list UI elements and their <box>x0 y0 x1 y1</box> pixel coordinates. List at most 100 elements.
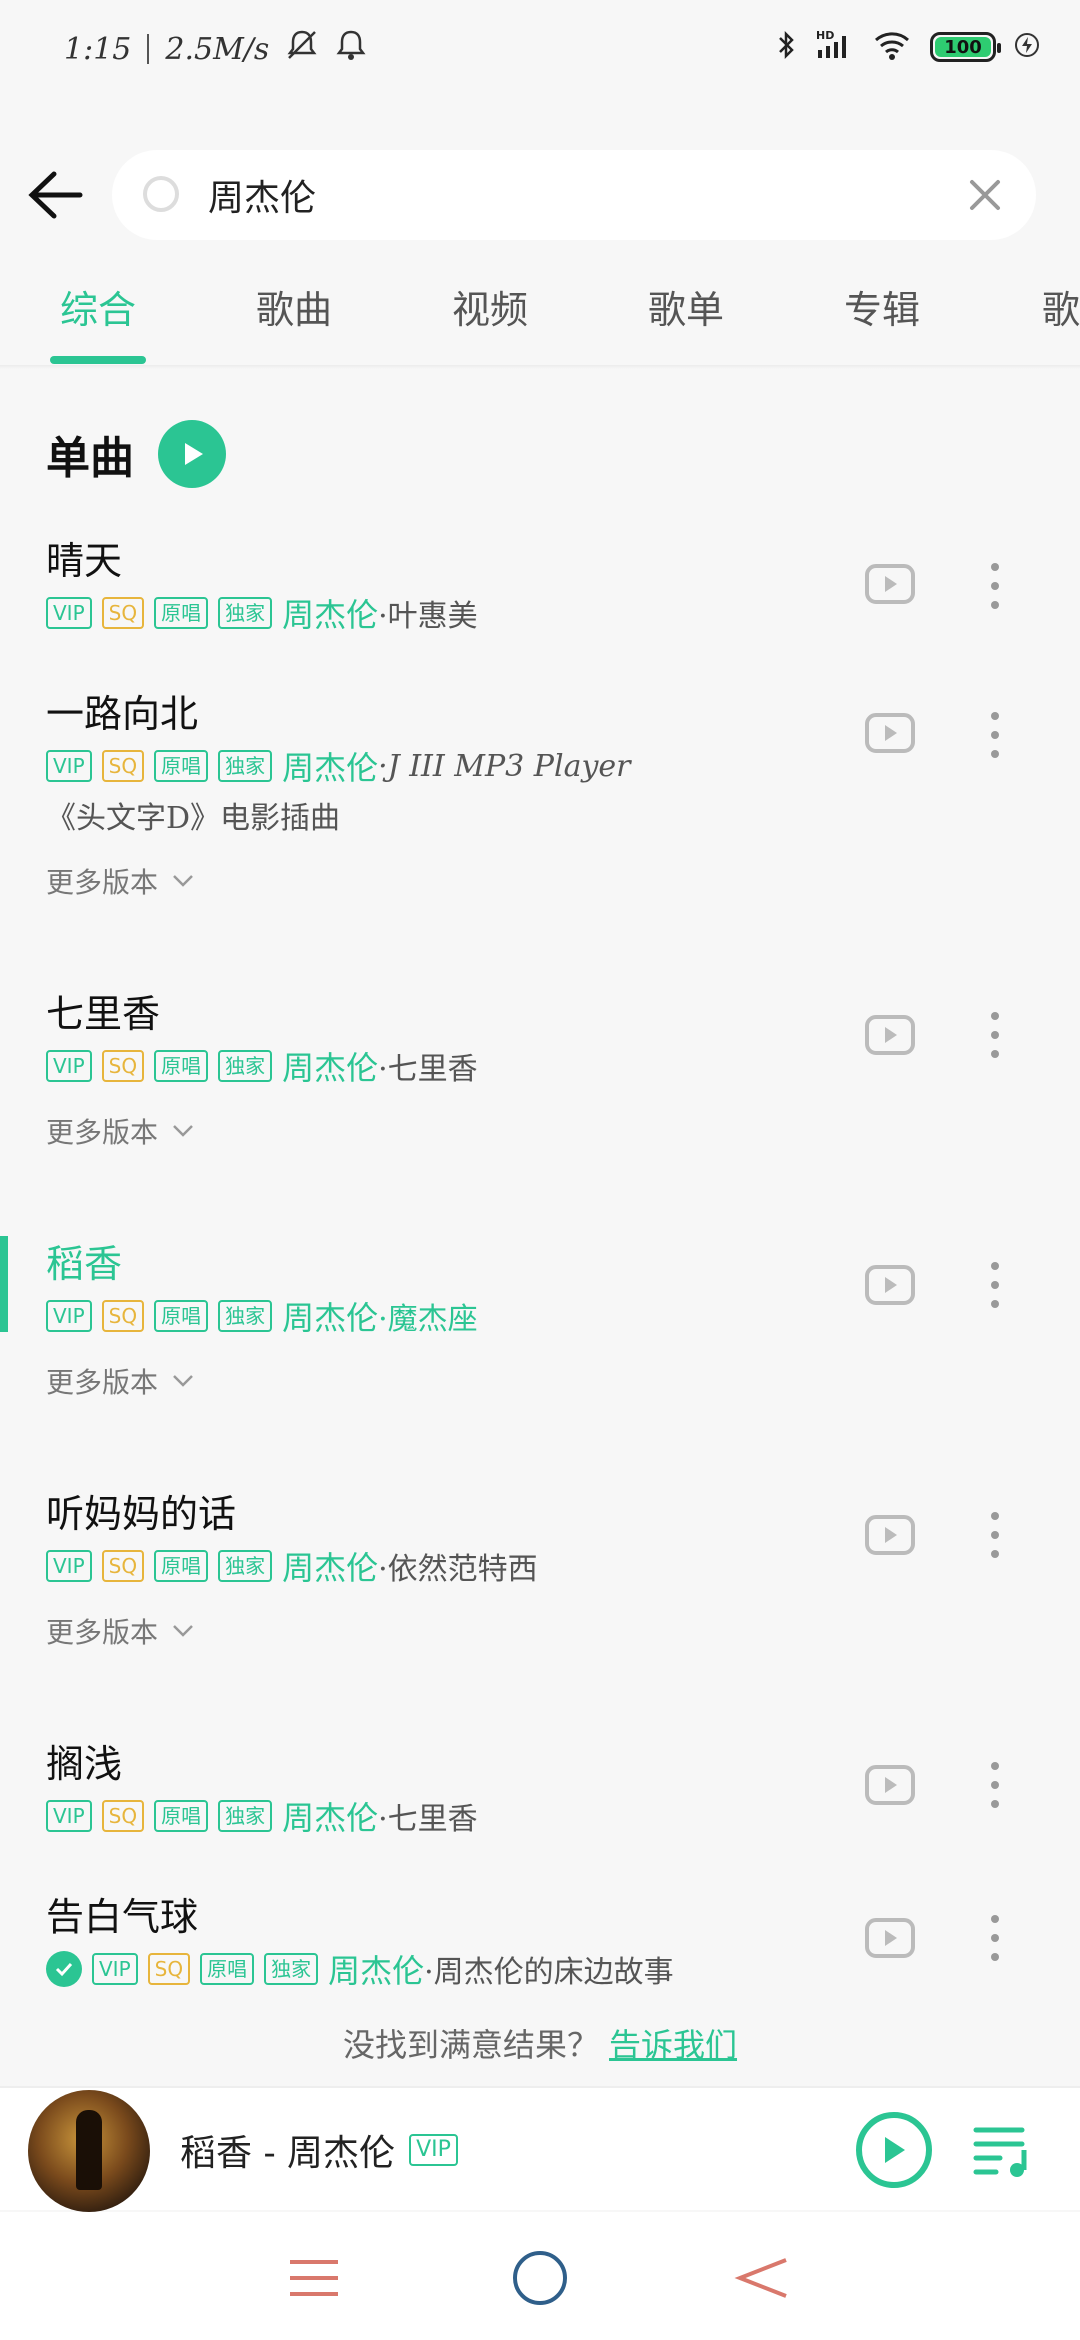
tab-playlists[interactable]: 歌单 <box>588 270 784 370</box>
back-button[interactable] <box>22 162 88 228</box>
more-vertical-icon <box>991 712 999 758</box>
song-album: ·依然范特西 <box>378 1552 538 1587</box>
tab-songs[interactable]: 歌曲 <box>196 270 392 370</box>
song-album: ·魔杰座 <box>378 1302 478 1337</box>
now-playing-title: 稻香 - 周杰伦 <box>180 2133 396 2174</box>
more-versions-button[interactable]: 更多版本 <box>46 861 194 901</box>
mini-player[interactable]: 稻香 - 周杰伦 VIP <box>0 2086 1080 2212</box>
more-versions-button[interactable]: 更多版本 <box>46 1361 194 1401</box>
song-title: 七里香 <box>46 992 161 1036</box>
chevron-down-icon <box>173 1625 193 1637</box>
original-badge: 原唱 <box>154 597 209 629</box>
status-left: 1:15 2.5M/s <box>64 28 367 70</box>
sq-badge: SQ <box>147 1953 191 1985</box>
search-input[interactable] <box>208 174 928 216</box>
status-speed: 2.5M/s <box>165 31 270 67</box>
section-title: 单曲 <box>46 433 134 484</box>
feedback-link[interactable]: 告诉我们 <box>609 2026 737 2064</box>
album-cover[interactable] <box>28 2090 150 2212</box>
search-header <box>0 140 1080 250</box>
play-all-button[interactable] <box>158 420 226 488</box>
more-versions-button[interactable]: 更多版本 <box>46 1611 194 1651</box>
playlist-icon <box>973 2127 1027 2177</box>
more-options-button[interactable] <box>980 558 1010 614</box>
more-options-button[interactable] <box>980 1007 1010 1063</box>
original-badge: 原唱 <box>154 1800 209 1832</box>
original-badge: 原唱 <box>154 1550 209 1582</box>
tab-singers[interactable]: 歌 <box>980 270 1080 370</box>
song-artist[interactable]: 周杰伦 <box>328 1946 424 1992</box>
sq-badge: SQ <box>101 1800 145 1832</box>
cover-figure <box>76 2110 102 2190</box>
mv-button[interactable] <box>862 1261 918 1309</box>
section-header: 单曲 <box>46 420 226 488</box>
tab-label: 歌 <box>1041 288 1080 332</box>
mute-notification-icon <box>285 28 319 70</box>
sq-badge: SQ <box>101 750 145 782</box>
mv-button[interactable] <box>862 1914 918 1962</box>
play-pause-button[interactable] <box>856 2112 932 2188</box>
tabs-divider <box>0 365 1080 369</box>
clear-search-button[interactable] <box>962 172 1008 218</box>
song-artist[interactable]: 周杰伦 <box>282 1043 378 1089</box>
chevron-down-icon <box>173 875 193 887</box>
more-options-button[interactable] <box>980 1910 1010 1966</box>
mv-button[interactable] <box>862 1011 918 1059</box>
song-album: ·叶惠美 <box>378 599 478 634</box>
mv-button[interactable] <box>862 560 918 608</box>
song-meta: VIP SQ 原唱 独家 周杰伦 ·七里香 <box>46 1793 478 1839</box>
song-album: ·七里香 <box>378 1052 478 1087</box>
home-circle-icon <box>513 2251 567 2305</box>
vip-badge: VIP <box>46 1800 92 1832</box>
arrow-left-icon <box>28 171 83 219</box>
more-vertical-icon <box>991 1262 999 1308</box>
tab-label: 歌曲 <box>255 288 332 332</box>
system-nav-bar <box>0 2212 1080 2340</box>
playlist-button[interactable] <box>970 2118 1034 2182</box>
cell-signal-icon: HD <box>814 28 854 66</box>
more-options-button[interactable] <box>980 1507 1010 1563</box>
status-separator <box>147 34 150 64</box>
video-play-icon <box>865 1265 915 1305</box>
charging-icon <box>1014 32 1040 62</box>
sq-badge: SQ <box>101 1300 145 1332</box>
more-options-button[interactable] <box>980 1257 1010 1313</box>
video-play-icon <box>865 713 915 753</box>
exclusive-badge: 独家 <box>264 1953 319 1985</box>
song-meta: VIP SQ 原唱 独家 周杰伦 ·依然范特西 <box>46 1543 538 1589</box>
song-artist[interactable]: 周杰伦 <box>282 1543 378 1589</box>
feedback-row: 没找到满意结果？ 告诉我们 <box>0 2020 1080 2066</box>
tab-albums[interactable]: 专辑 <box>784 270 980 370</box>
nav-back-button[interactable] <box>730 2246 794 2310</box>
exclusive-badge: 独家 <box>218 1300 273 1332</box>
song-album: ·周杰伦的床边故事 <box>424 1955 674 1990</box>
nav-menu-button[interactable] <box>282 2246 346 2310</box>
more-versions-button[interactable]: 更多版本 <box>46 1111 194 1151</box>
chevron-down-icon <box>173 1375 193 1387</box>
more-versions-label: 更多版本 <box>46 1116 159 1149</box>
song-artist[interactable]: 周杰伦 <box>282 590 378 636</box>
song-artist[interactable]: 周杰伦 <box>282 743 378 789</box>
search-box[interactable] <box>112 150 1036 240</box>
status-time: 1:15 <box>64 31 132 67</box>
song-title: 告白气球 <box>46 1895 199 1939</box>
mv-button[interactable] <box>862 1761 918 1809</box>
downloaded-check-icon <box>46 1951 82 1987</box>
song-artist[interactable]: 周杰伦 <box>282 1793 378 1839</box>
mv-button[interactable] <box>862 1511 918 1559</box>
status-bar: 1:15 2.5M/s HD 100 <box>0 0 1080 100</box>
more-options-button[interactable] <box>980 707 1010 763</box>
nav-home-button[interactable] <box>508 2246 572 2310</box>
original-badge: 原唱 <box>154 750 209 782</box>
more-options-button[interactable] <box>980 1757 1010 1813</box>
song-title: 一路向北 <box>46 692 199 736</box>
vip-badge: VIP <box>46 597 92 629</box>
battery-icon: 100 <box>930 32 1001 62</box>
more-vertical-icon <box>991 1512 999 1558</box>
tab-videos[interactable]: 视频 <box>392 270 588 370</box>
vip-badge: VIP <box>46 1550 92 1582</box>
tab-all[interactable]: 综合 <box>0 270 196 370</box>
song-artist[interactable]: 周杰伦 <box>282 1293 378 1339</box>
vip-badge: VIP <box>46 1300 92 1332</box>
mv-button[interactable] <box>862 709 918 757</box>
